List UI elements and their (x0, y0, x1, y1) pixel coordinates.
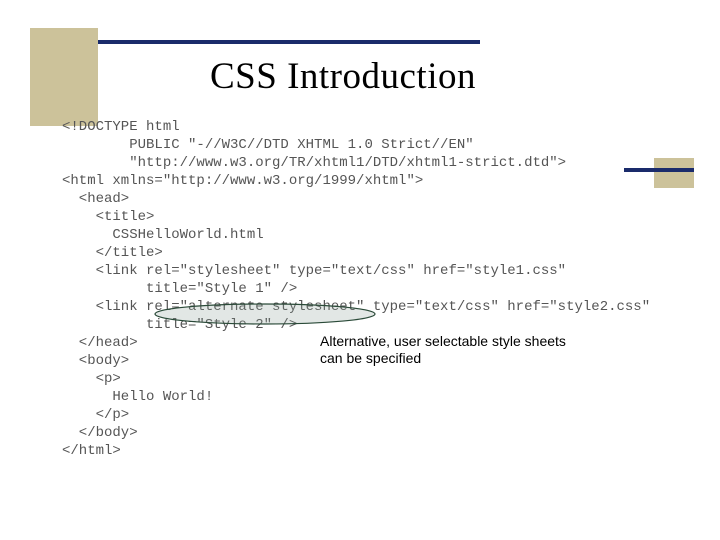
code-line: </title> (62, 245, 163, 261)
code-line: </html> (62, 443, 121, 459)
decorative-right-block (654, 158, 694, 188)
code-line: </head> (62, 335, 138, 351)
annotation-line: Alternative, user selectable style sheet… (320, 333, 640, 350)
code-line: </p> (62, 407, 129, 423)
code-line: title="Style 1" /> (62, 281, 297, 297)
callout-annotation: Alternative, user selectable style sheet… (320, 333, 640, 367)
annotation-line: can be specified (320, 350, 640, 367)
code-line: <body> (62, 353, 129, 369)
code-line: PUBLIC "-//W3C//DTD XHTML 1.0 Strict//EN… (62, 137, 474, 153)
code-line: <head> (62, 191, 129, 207)
decorative-left-block (30, 28, 98, 126)
code-line: </body> (62, 425, 138, 441)
code-line: <html xmlns="http://www.w3.org/1999/xhtm… (62, 173, 423, 189)
code-line: <p> (62, 371, 121, 387)
code-sample: <!DOCTYPE html PUBLIC "-//W3C//DTD XHTML… (62, 118, 650, 460)
code-line: <!DOCTYPE html (62, 119, 180, 135)
slide-title: CSS Introduction (210, 55, 476, 98)
code-line: <link rel="stylesheet" type="text/css" h… (62, 263, 566, 279)
code-line: CSSHelloWorld.html (62, 227, 264, 243)
code-line: <title> (62, 209, 154, 225)
code-line: "http://www.w3.org/TR/xhtml1/DTD/xhtml1-… (62, 155, 566, 171)
code-line: Hello World! (62, 389, 213, 405)
callout-ellipse-icon (152, 302, 378, 326)
decorative-top-rule (98, 40, 480, 44)
